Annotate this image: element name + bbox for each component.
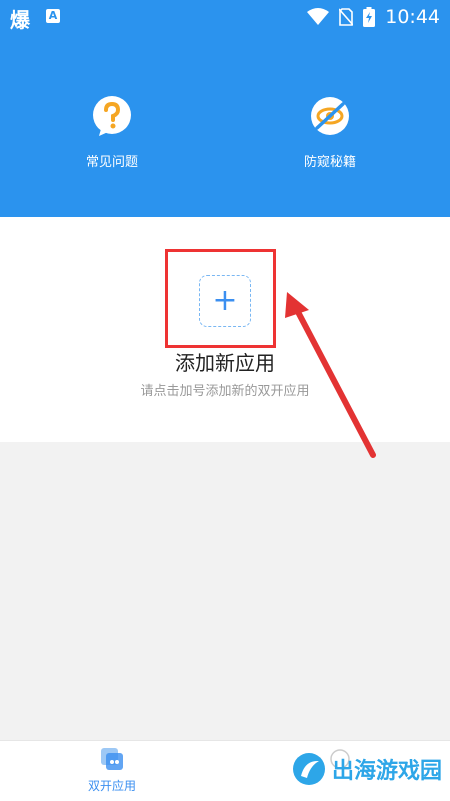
nav-dual-apps[interactable]: 双开应用 — [62, 747, 162, 794]
watermark: 出海游戏园 — [292, 752, 442, 786]
nav-dual-apps-label: 双开应用 — [87, 779, 136, 793]
faq-label: 常见问题 — [85, 155, 138, 170]
status-bar: 爆 A 10:44 — [0, 0, 450, 34]
app-notification-icon: 爆 — [10, 8, 30, 32]
highlight-annotation — [165, 249, 276, 348]
add-app-title: 添加新应用 — [175, 351, 275, 375]
faq-button[interactable]: 常见问题 — [52, 95, 172, 170]
no-sim-icon — [339, 8, 354, 26]
privacy-tips-label: 防窥秘籍 — [303, 155, 356, 170]
watermark-text: 出海游戏园 — [331, 759, 442, 784]
wifi-icon — [307, 8, 330, 25]
battery-charging-icon — [363, 7, 376, 27]
dual-app-icon — [101, 748, 123, 770]
privacy-tips-button[interactable]: 防窥秘籍 — [270, 95, 390, 170]
status-right: 10:44 — [307, 4, 440, 30]
watermark-logo-icon — [292, 753, 325, 785]
no-peek-eye-icon — [311, 97, 349, 135]
add-app-hint: 请点击加号添加新的双开应用 — [140, 384, 310, 399]
question-bubble-icon — [93, 96, 131, 136]
a-notification-icon: A — [46, 9, 60, 23]
clock: 10:44 — [385, 6, 440, 28]
header: 爆 A 10:44 常见问题 防窥秘籍 — [0, 0, 450, 217]
